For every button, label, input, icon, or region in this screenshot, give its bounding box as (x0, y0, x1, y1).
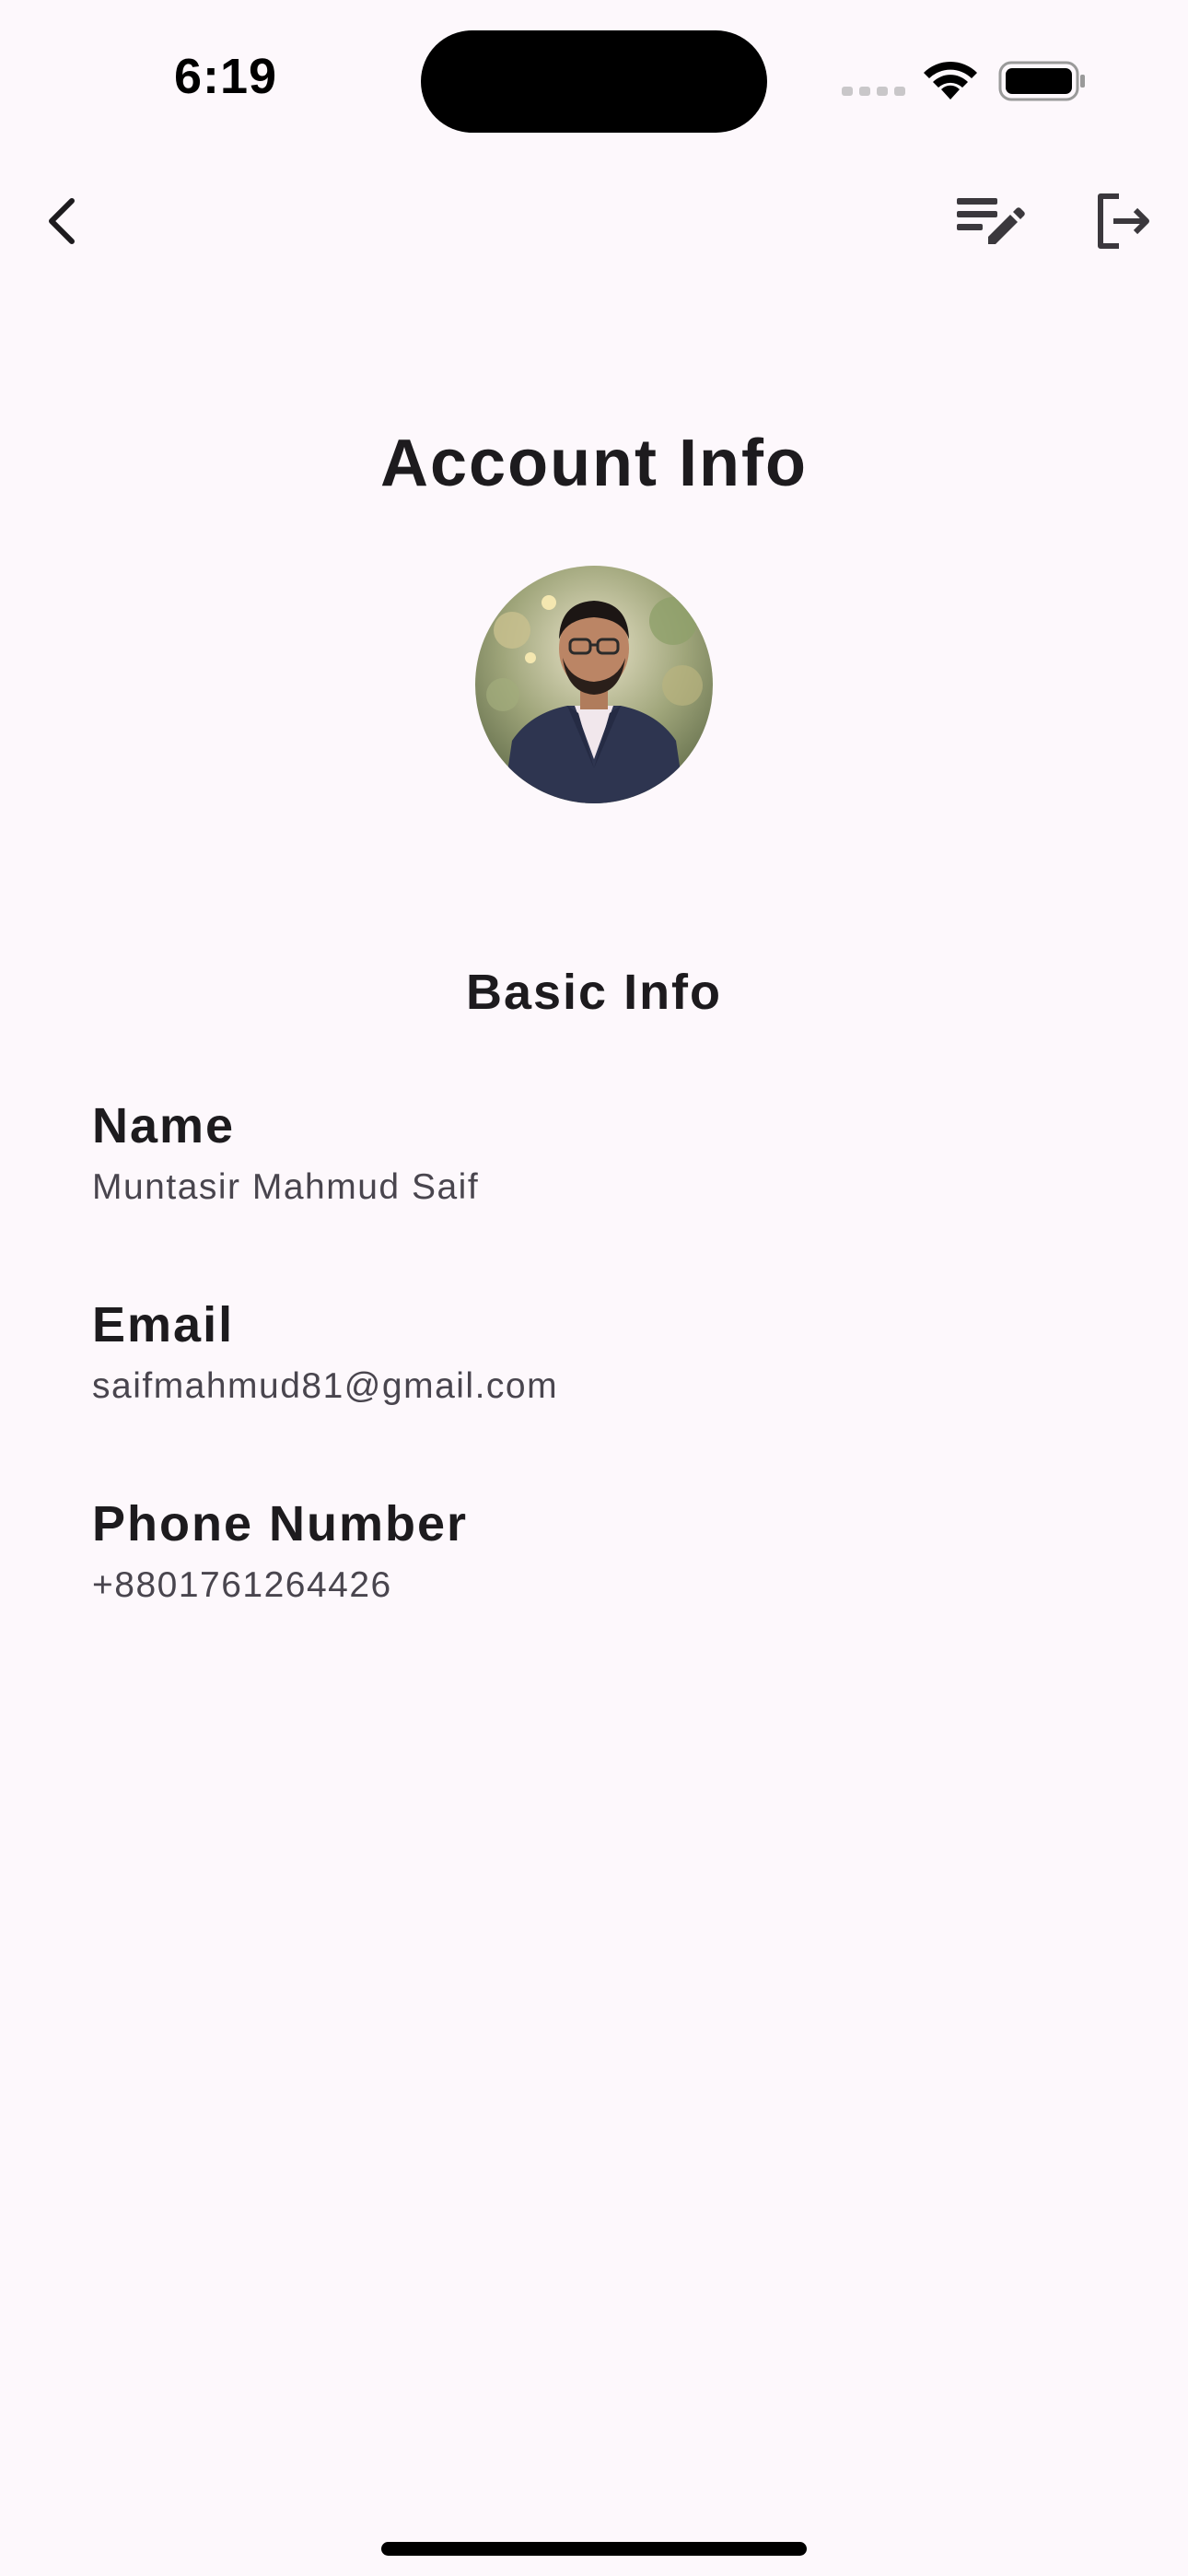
profile-photo (475, 566, 713, 803)
edit-profile-button[interactable] (944, 175, 1036, 267)
email-value: saifmahmud81@gmail.com (92, 1366, 559, 1406)
phone-field: Phone Number +8801761264426 (92, 1494, 1105, 1609)
dynamic-island (421, 30, 767, 133)
battery-icon (998, 61, 1085, 101)
email-field: Email saifmahmud81@gmail.com (92, 1295, 1105, 1410)
status-bar: 6:19 (0, 0, 1188, 157)
cellular-signal-icon (842, 87, 905, 96)
avatar[interactable] (475, 566, 713, 803)
email-label: Email (92, 1297, 235, 1352)
status-time: 6:19 (173, 49, 278, 104)
wifi-icon (924, 61, 977, 100)
back-button[interactable] (17, 175, 109, 267)
logout-button[interactable] (1077, 175, 1170, 267)
logout-icon (1098, 193, 1149, 249)
chevron-left-icon (49, 198, 75, 244)
phone-value: +8801761264426 (92, 1565, 392, 1605)
name-value: Muntasir Mahmud Saif (92, 1167, 480, 1207)
edit-note-icon (957, 198, 1025, 244)
app-bar (0, 175, 1188, 276)
phone-label: Phone Number (92, 1496, 469, 1551)
name-label: Name (92, 1098, 236, 1153)
home-indicator[interactable] (381, 2542, 807, 2556)
name-field: Name Muntasir Mahmud Saif (92, 1096, 1105, 1211)
page-title: Account Info (380, 427, 808, 500)
basic-info-title: Basic Info (465, 965, 723, 1020)
